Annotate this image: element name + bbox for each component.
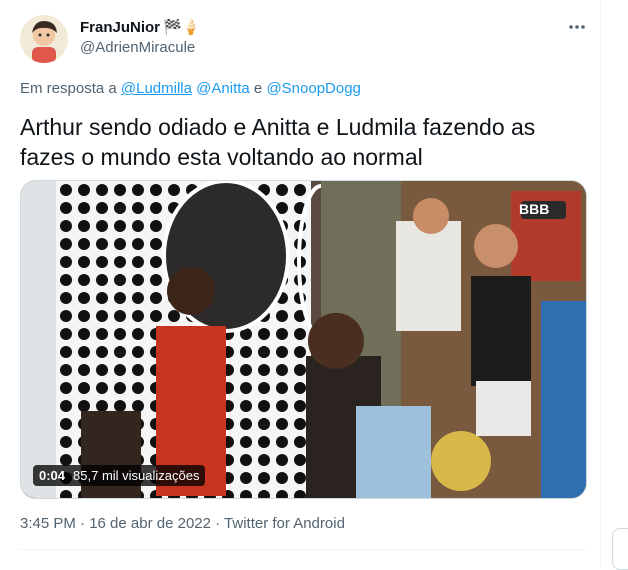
author-name-row[interactable]: FranJuNior 🏁🍦 (80, 18, 201, 37)
tweet-text: Arthur sendo odiado e Anitta e Ludmila f… (20, 114, 536, 170)
mention-link[interactable]: @Anitta (196, 80, 250, 97)
video-player[interactable]: BBB 0:04 85,7 mil visualizações (20, 180, 587, 499)
more-options-icon[interactable] (566, 16, 588, 38)
reply-context: Em resposta a @Ludmilla @Anitta e @Snoop… (20, 80, 361, 97)
reply-conjunction: e (253, 80, 263, 97)
avatar[interactable] (20, 15, 68, 63)
author-badge-emojis: 🏁🍦 (163, 19, 201, 36)
video-stats-badge: 0:04 85,7 mil visualizações (33, 465, 206, 486)
divider (20, 549, 585, 550)
author-handle[interactable]: @AdrienMiracule (80, 39, 195, 56)
tweet-card[interactable]: FranJuNior 🏁🍦 @AdrienMiracule Em respost… (0, 0, 600, 568)
video-duration: 0:04 (39, 468, 66, 483)
video-overlay-label: BBB (519, 201, 549, 217)
video-views: 85,7 mil visualizações (73, 468, 200, 483)
reply-prefix: Em resposta a (20, 80, 117, 97)
author-display-name[interactable]: FranJuNior (80, 19, 160, 36)
mention-link[interactable]: @SnoopDogg (266, 80, 360, 97)
mention-link[interactable]: @Ludmilla (121, 80, 192, 97)
page-right-border (600, 0, 601, 568)
tweet-timestamp[interactable]: 3:45 PM · 16 de abr de 2022 · Twitter fo… (20, 515, 345, 532)
side-widget-edge (612, 528, 628, 570)
